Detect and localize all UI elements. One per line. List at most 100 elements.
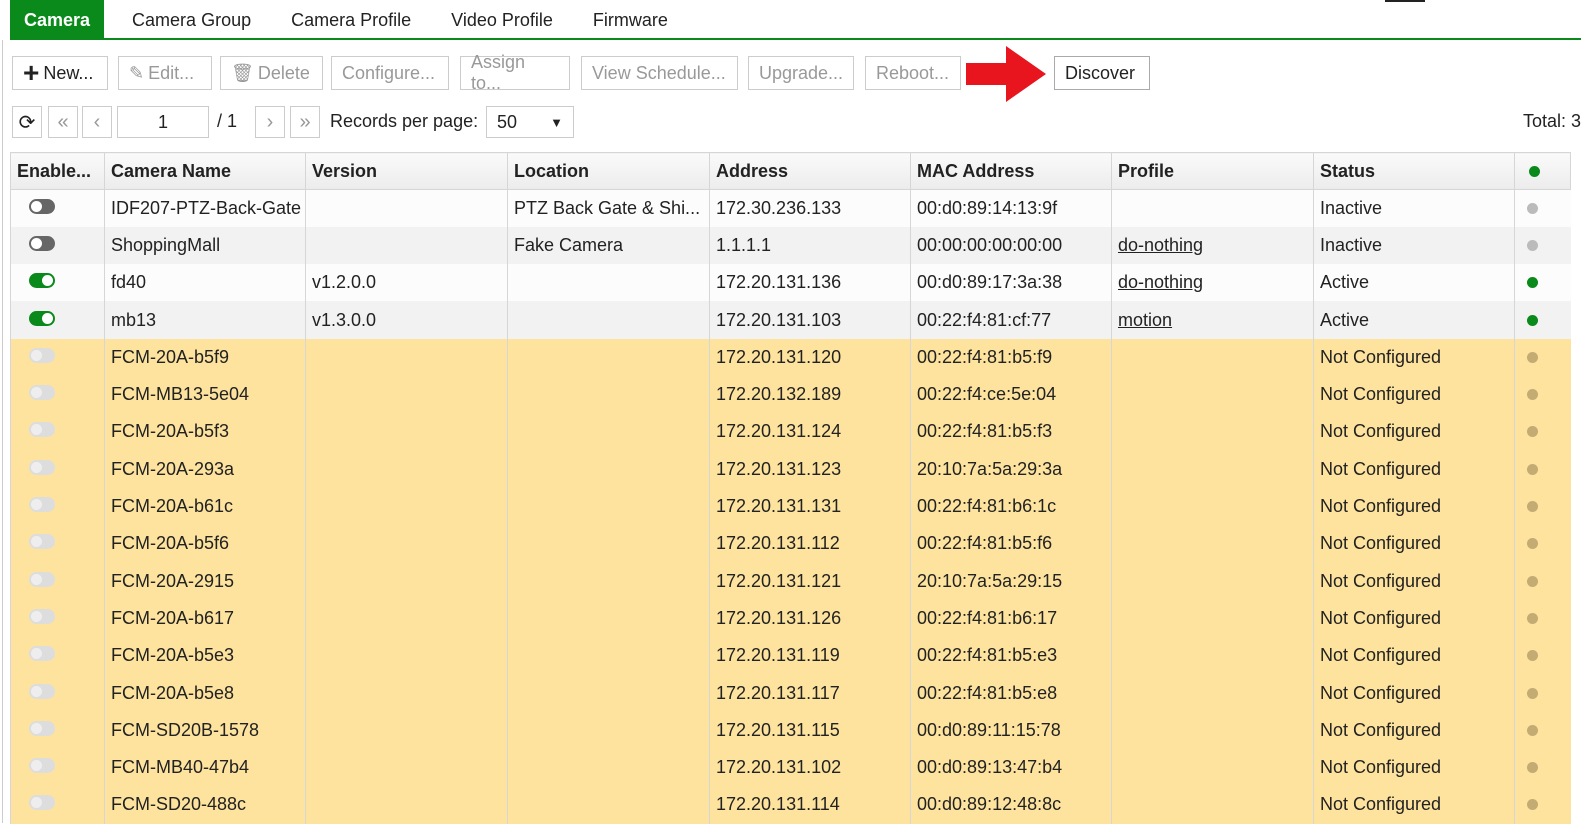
upgrade-button[interactable]: Upgrade... (748, 56, 854, 90)
table-row[interactable]: FCM-20A-b5e3 172.20.131.119 00:22:f4:81:b5… (10, 637, 1571, 675)
location (507, 599, 710, 638)
table-row[interactable]: FCM-20A-b5f9 172.20.131.120 00:22:f4:81:b5… (10, 338, 1571, 376)
status-dot-icon (1527, 389, 1538, 401)
col-status-dot[interactable] (1514, 152, 1571, 190)
enable-toggle[interactable] (29, 273, 55, 289)
status-dot-icon (1527, 314, 1538, 326)
table-row[interactable]: FCM-20A-b617 172.20.131.126 00:22:f4:81:b6… (10, 599, 1571, 638)
enable-toggle[interactable] (29, 571, 55, 587)
col-profile[interactable]: Profile (1111, 152, 1314, 190)
prev-page-icon[interactable]: ‹ (82, 106, 112, 138)
table-row[interactable]: FCM-20A-2915 172.20.131.121 20:10:7a:5a:29… (10, 562, 1571, 600)
status-dot-cell (1514, 599, 1571, 638)
enable-toggle[interactable] (29, 795, 55, 811)
col-address[interactable]: Address (709, 152, 911, 190)
enable-cell (10, 525, 105, 563)
address: 172.20.131.102 (709, 748, 911, 787)
col-camera-name[interactable]: Camera Name (104, 152, 306, 190)
profile-link[interactable]: motion (1118, 310, 1172, 330)
enable-toggle[interactable] (29, 720, 55, 736)
enable-toggle[interactable] (29, 646, 55, 662)
edit-button[interactable]: ✎ Edit... (118, 56, 212, 90)
mac-address: 00:22:f4:81:b6:17 (910, 599, 1112, 638)
tab-camera-profile[interactable]: Camera Profile (271, 0, 431, 38)
mac-address: 00:22:f4:81:b5:f6 (910, 525, 1112, 563)
status-dot-icon (1527, 277, 1538, 289)
table-row[interactable]: FCM-20A-b5e8 172.20.131.117 00:22:f4:81:b5… (10, 674, 1571, 712)
table-row[interactable]: FCM-SD20-488c 172.20.131.114 00:d0:89:12:4… (10, 786, 1571, 824)
enable-cell (10, 599, 105, 638)
tab-bar: Camera Camera Group Camera Profile Video… (10, 0, 1581, 40)
col-enable[interactable]: Enable... (10, 152, 105, 190)
page-input[interactable]: 1 (117, 106, 209, 138)
camera-name: FCM-20A-b5f6 (104, 525, 306, 563)
table-row[interactable]: FCM-SD20B-1578 172.20.131.115 00:d0:89:11:… (10, 711, 1571, 749)
last-page-icon[interactable]: » (290, 106, 320, 138)
enable-toggle[interactable] (29, 534, 55, 550)
status-dot-icon (1527, 650, 1538, 662)
profile-link[interactable]: do-nothing (1118, 235, 1203, 255)
enable-toggle[interactable] (29, 198, 55, 214)
status: Not Configured (1313, 525, 1515, 563)
col-location[interactable]: Location (507, 152, 710, 190)
enable-toggle[interactable] (29, 608, 55, 624)
tab-firmware[interactable]: Firmware (573, 0, 688, 38)
status-dot-icon (1527, 724, 1538, 736)
col-status[interactable]: Status (1313, 152, 1515, 190)
table-row[interactable]: IDF207-PTZ-Back-Gate PTZ Back Gate & Shi.… (10, 189, 1571, 227)
tab-camera-group[interactable]: Camera Group (112, 0, 271, 38)
table-row[interactable]: FCM-20A-293a 172.20.131.123 20:10:7a:5a:29… (10, 450, 1571, 488)
enable-toggle[interactable] (29, 497, 55, 513)
records-per-page-select[interactable]: 50 ▼ (486, 106, 574, 138)
discover-button[interactable]: Discover (1054, 56, 1150, 90)
enable-toggle[interactable] (29, 235, 55, 251)
camera-name: FCM-20A-b5e3 (104, 637, 306, 675)
refresh-icon[interactable]: ⟳ (12, 106, 42, 138)
enable-toggle[interactable] (29, 422, 55, 438)
table-row[interactable]: FCM-20A-b5f3 172.20.131.124 00:22:f4:81:b5… (10, 413, 1571, 451)
status-dot-cell (1514, 375, 1571, 414)
enable-toggle[interactable] (29, 758, 55, 774)
first-page-icon[interactable]: « (48, 106, 78, 138)
tab-video-profile[interactable]: Video Profile (431, 0, 573, 38)
col-version[interactable]: Version (305, 152, 508, 190)
mac-address: 00:22:f4:ce:5e:04 (910, 375, 1112, 414)
enable-toggle[interactable] (29, 459, 55, 475)
new-button[interactable]: + New... (12, 56, 108, 90)
table-row[interactable]: FCM-20A-b5f6 172.20.131.112 00:22:f4:81:b5… (10, 525, 1571, 563)
next-page-icon[interactable]: › (255, 106, 285, 138)
address: 172.20.131.126 (709, 599, 911, 638)
location: Fake Camera (507, 226, 710, 265)
enable-toggle[interactable] (29, 385, 55, 401)
tab-camera[interactable]: Camera (10, 0, 105, 38)
delete-button[interactable]: 🗑 Delete (220, 56, 323, 90)
table-row[interactable]: ShoppingMall Fake Camera 1.1.1.1 00:00:00:0… (10, 226, 1571, 265)
mac-address: 00:22:f4:81:b6:1c (910, 487, 1112, 526)
table-row[interactable]: FCM-MB40-47b4 172.20.131.102 00:d0:89:13:4… (10, 748, 1571, 787)
mac-address: 00:22:f4:81:b5:f9 (910, 338, 1112, 376)
camera-name: FCM-20A-2915 (104, 562, 306, 600)
configure-button[interactable]: Configure... (331, 56, 449, 90)
assign-button[interactable]: Assign to... (460, 52, 570, 93)
status-dot-icon (1529, 165, 1540, 177)
view-schedule-button[interactable]: View Schedule... (581, 56, 738, 90)
status-dot-cell (1514, 562, 1571, 600)
trash-icon: 🗑 (231, 62, 254, 83)
enable-toggle[interactable] (29, 683, 55, 699)
table-row[interactable]: fd40 v1.2.0.0 172.20.131.136 00:d0:89:17:3a… (10, 264, 1571, 302)
enable-cell (10, 711, 105, 749)
status-dot-icon (1527, 538, 1538, 550)
location (507, 487, 710, 526)
table-row[interactable]: mb13 v1.3.0.0 172.20.131.103 00:22:f4:81:cf… (10, 301, 1571, 339)
profile-link[interactable]: do-nothing (1118, 272, 1203, 292)
table-row[interactable]: FCM-20A-b61c 172.20.131.131 00:22:f4:81:b6… (10, 487, 1571, 526)
profile-cell (1111, 487, 1314, 526)
profile-cell (1111, 375, 1314, 414)
status: Active (1313, 301, 1515, 339)
enable-toggle[interactable] (29, 310, 55, 326)
col-mac[interactable]: MAC Address (910, 152, 1112, 190)
table-row[interactable]: FCM-MB13-5e04 172.20.132.189 00:22:f4:ce:5… (10, 375, 1571, 414)
address: 172.20.131.115 (709, 711, 911, 749)
enable-toggle[interactable] (29, 347, 55, 363)
reboot-button[interactable]: Reboot... (865, 56, 961, 90)
